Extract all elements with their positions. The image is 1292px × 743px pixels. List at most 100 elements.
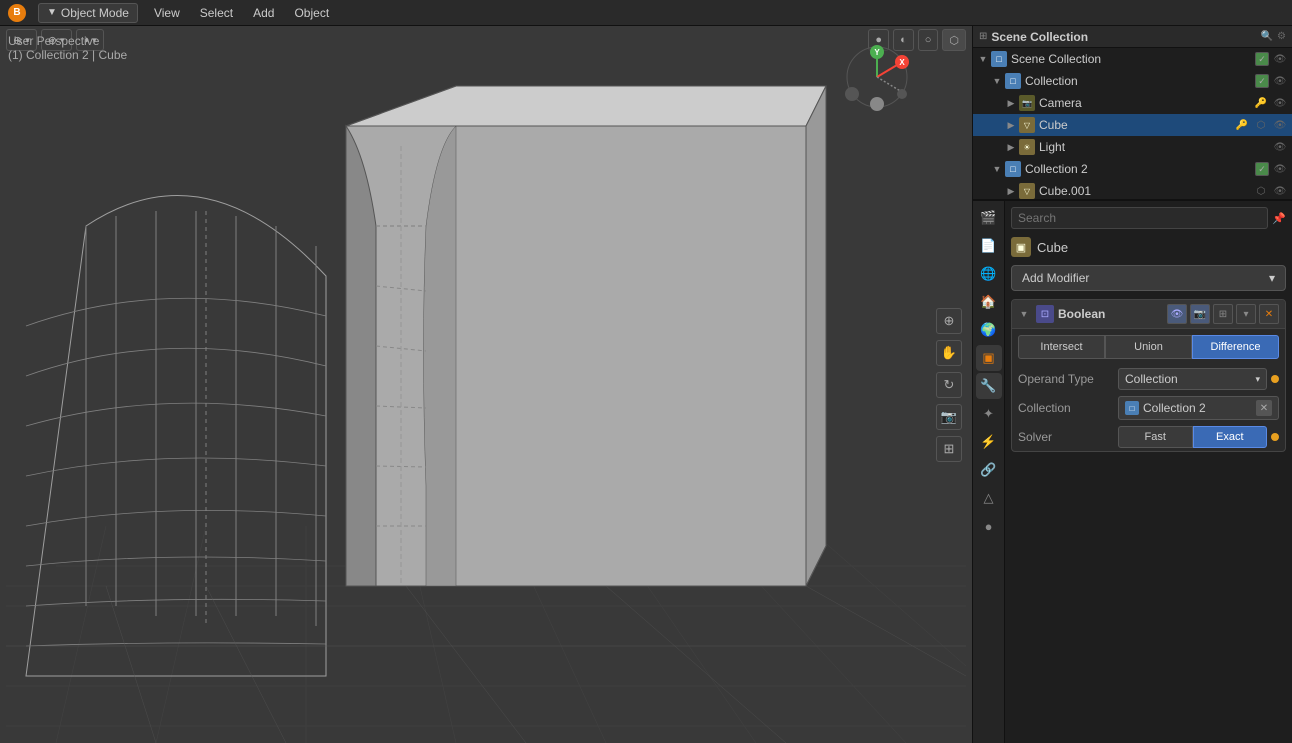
item-label: Camera (1039, 96, 1253, 110)
modifier-dropdown-btn[interactable]: ▾ (1236, 304, 1256, 324)
prop-view-layer-btn[interactable]: 🌐 (976, 261, 1002, 287)
properties-sidebar: 🎬 📄 🌐 🏠 🌍 ▣ 🔧 ✦ ⚡ 🔗 △ ● (973, 201, 1005, 743)
prop-render-btn[interactable]: 🎬 (976, 205, 1002, 231)
tool-grid[interactable]: ⊞ (936, 436, 962, 462)
mesh-icon: ▽ (1019, 183, 1035, 199)
eye-icon[interactable]: 👁 (1272, 139, 1288, 155)
operand-type-keyframe-dot[interactable] (1271, 375, 1279, 383)
object-name-label: Cube (1037, 240, 1068, 255)
prop-material-btn[interactable]: ● (976, 513, 1002, 539)
restrict-icon[interactable]: 🔑 (1253, 95, 1269, 111)
solver-label: Solver (1018, 430, 1118, 444)
prop-scene-btn[interactable]: 🏠 (976, 289, 1002, 315)
viewport-xray-btn[interactable]: ◑▾ (76, 29, 104, 51)
modifier-render-btn[interactable]: 📷 (1190, 304, 1210, 324)
collection-icon: □ (1005, 73, 1021, 89)
prop-physics-btn[interactable]: ⚡ (976, 429, 1002, 455)
eye-icon[interactable]: 👁 (1272, 73, 1288, 89)
prop-particles-btn[interactable]: ✦ (976, 401, 1002, 427)
item-label: Light (1039, 140, 1272, 154)
prop-output-btn[interactable]: 📄 (976, 233, 1002, 259)
prop-data-btn[interactable]: △ (976, 485, 1002, 511)
solver-buttons: Fast Exact (1118, 426, 1267, 448)
item-label: Collection 2 (1025, 162, 1255, 176)
solver-row: Solver Fast Exact (1012, 423, 1285, 451)
prop-world-btn[interactable]: 🌍 (976, 317, 1002, 343)
item-actions: 👁 (1272, 139, 1288, 155)
tool-orbit[interactable]: ↻ (936, 372, 962, 398)
solver-fast-btn[interactable]: Fast (1118, 426, 1193, 448)
prop-modifier-btn[interactable]: 🔧 (976, 373, 1002, 399)
prop-search-row: 📌 (1011, 207, 1286, 229)
outliner-item-cube001[interactable]: ▶ ▽ Cube.001 ⬡ 👁 (973, 180, 1292, 201)
outliner-item-collection[interactable]: ▼ □ Collection ✓ 👁 (973, 70, 1292, 92)
restrict-icon[interactable]: 🔑 (1234, 117, 1250, 133)
visibility-checkbox[interactable]: ✓ (1255, 74, 1269, 88)
outliner-search-icon[interactable]: 🔍 (1261, 31, 1273, 42)
svg-text:X: X (899, 58, 905, 67)
properties-content: 📌 ▣ Cube Add Modifier ▾ ▼ ⊡ (1005, 201, 1292, 743)
shading-rendered-btn[interactable]: ○ (918, 29, 939, 51)
collection-row: Collection □ Collection 2 ✕ (1012, 393, 1285, 423)
menu-view[interactable]: View (150, 4, 184, 22)
top-bar: Blender B ▼ Object Mode View Select Add … (0, 0, 1292, 26)
navigation-gizmo[interactable]: Y X (842, 42, 912, 112)
eye-icon[interactable]: 👁 (1272, 183, 1288, 199)
expand-arrow: ▶ (1005, 185, 1017, 197)
visibility-checkbox[interactable]: ✓ (1255, 162, 1269, 176)
outliner-item-light[interactable]: ▶ ☀ Light 👁 (973, 136, 1292, 158)
operand-type-dropdown[interactable]: Collection ▾ (1118, 368, 1267, 390)
filter-icon[interactable]: ⬡ (1253, 183, 1269, 199)
collection-field[interactable]: □ Collection 2 ✕ (1118, 396, 1279, 420)
modifier-apply-btn[interactable]: ⊞ (1213, 304, 1233, 324)
item-label: Cube (1039, 118, 1234, 132)
bool-intersect-btn[interactable]: Intersect (1018, 335, 1105, 359)
bool-difference-btn[interactable]: Difference (1192, 335, 1279, 359)
solver-keyframe-dot[interactable] (1271, 433, 1279, 441)
collection-icon: □ (1005, 161, 1021, 177)
collection-field-icon: □ (1125, 401, 1139, 415)
item-label: Collection (1025, 74, 1255, 88)
eye-icon[interactable]: 👁 (1272, 161, 1288, 177)
collection-field-label: Collection (1018, 401, 1118, 415)
filter-icon[interactable]: ⬡ (1253, 117, 1269, 133)
modifier-close-btn[interactable]: ✕ (1259, 304, 1279, 324)
tool-pan[interactable]: ✋ (936, 340, 962, 366)
modifier-realtime-btn[interactable]: 👁 (1167, 304, 1187, 324)
menu-select[interactable]: Select (196, 4, 237, 22)
menu-object[interactable]: Object (290, 4, 333, 22)
add-modifier-button[interactable]: Add Modifier ▾ (1011, 265, 1286, 291)
tool-camera[interactable]: 📷 (936, 404, 962, 430)
prop-constraints-btn[interactable]: 🔗 (976, 457, 1002, 483)
tool-zoom[interactable]: ⊕ (936, 308, 962, 334)
outliner-item-collection2[interactable]: ▼ □ Collection 2 ✓ 👁 (973, 158, 1292, 180)
outliner-item-scene-collection[interactable]: ▼ □ Scene Collection ✓ 👁 (973, 48, 1292, 70)
prop-object-btn[interactable]: ▣ (976, 345, 1002, 371)
modifier-expand-arrow[interactable]: ▼ (1018, 308, 1030, 320)
visibility-checkbox[interactable]: ✓ (1255, 52, 1269, 66)
viewport-overlay-btn[interactable]: ⊚▾ (41, 29, 72, 51)
properties-search[interactable] (1011, 207, 1268, 229)
outliner-filter-icon[interactable]: ⚙ (1277, 31, 1286, 42)
item-actions: 🔑 👁 (1253, 95, 1288, 111)
outliner-item-cube[interactable]: ▶ ▽ Cube 🔑 ⬡ 👁 (973, 114, 1292, 136)
shading-wireframe-btn[interactable]: ⬡ (942, 29, 966, 51)
properties-panel: 🎬 📄 🌐 🏠 🌍 ▣ 🔧 ✦ ⚡ 🔗 △ ● 📌 (973, 201, 1292, 743)
item-actions: ✓ 👁 (1255, 51, 1288, 67)
bool-union-btn[interactable]: Union (1105, 335, 1192, 359)
viewport[interactable]: ⊕▾ ⊚▾ ◑▾ ● ◐ ○ ⬡ User Perspective (1) Co… (0, 26, 972, 743)
collection-clear-button[interactable]: ✕ (1256, 400, 1272, 416)
eye-icon[interactable]: 👁 (1272, 95, 1288, 111)
prop-pin-icon[interactable]: 📌 (1272, 212, 1286, 225)
solver-exact-btn[interactable]: Exact (1193, 426, 1268, 448)
eye-icon[interactable]: 👁 (1272, 117, 1288, 133)
prop-object-header: ▣ Cube (1011, 237, 1286, 257)
outliner-item-camera[interactable]: ▶ 📷 Camera 🔑 👁 (973, 92, 1292, 114)
viewport-tools: ⊕ ✋ ↻ 📷 ⊞ (936, 308, 962, 462)
menu-add[interactable]: Add (249, 4, 278, 22)
viewport-mode-btn[interactable]: ⊕▾ (6, 29, 37, 51)
item-actions: ⬡ 👁 (1253, 183, 1288, 199)
mode-selector[interactable]: ▼ Object Mode (38, 3, 138, 23)
modifier-card-header: ▼ ⊡ Boolean 👁 📷 ⊞ ▾ ✕ (1012, 300, 1285, 329)
eye-icon[interactable]: 👁 (1272, 51, 1288, 67)
